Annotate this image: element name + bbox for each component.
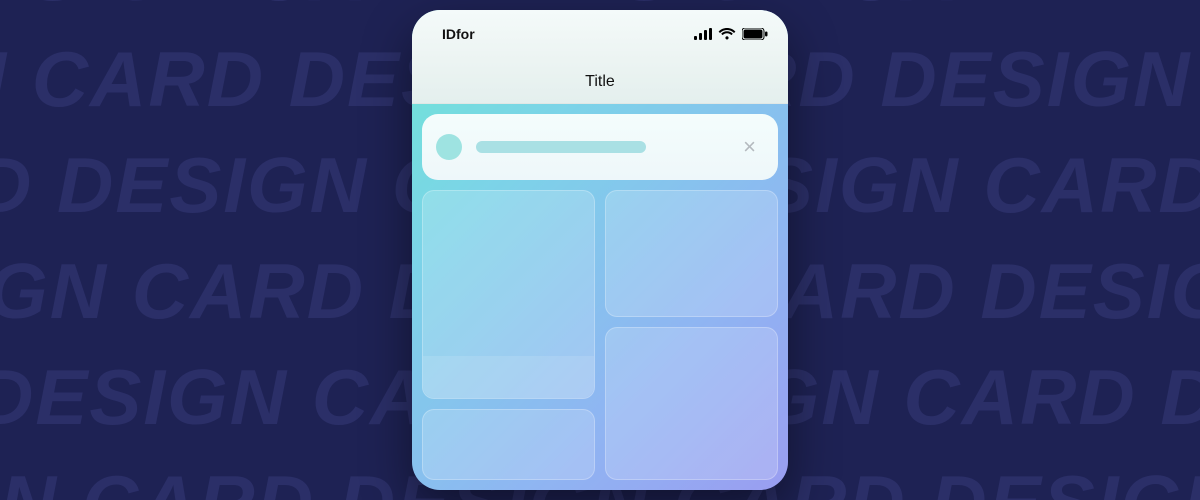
close-icon[interactable]: ×: [737, 130, 762, 164]
avatar-placeholder: [436, 134, 462, 160]
search-card[interactable]: ×: [422, 114, 778, 180]
battery-icon: [742, 28, 768, 40]
content-area: ×: [412, 104, 788, 490]
grid-column-left: [422, 190, 595, 480]
page-title: Title: [585, 73, 615, 91]
status-carrier: IDfor: [442, 26, 475, 42]
card-tile[interactable]: [422, 409, 595, 480]
status-bar: IDfor: [412, 10, 788, 60]
cellular-icon: [694, 28, 712, 40]
status-indicators: [694, 28, 768, 40]
card-tile[interactable]: [422, 190, 595, 399]
wifi-icon: [718, 28, 736, 40]
grid-column-right: [605, 190, 778, 480]
card-grid: [422, 190, 778, 480]
phone-mockup: IDfor Title ×: [412, 10, 788, 490]
card-tile[interactable]: [605, 190, 778, 317]
card-tile[interactable]: [605, 327, 778, 480]
search-text-placeholder: [476, 141, 646, 153]
nav-bar: Title: [412, 60, 788, 104]
